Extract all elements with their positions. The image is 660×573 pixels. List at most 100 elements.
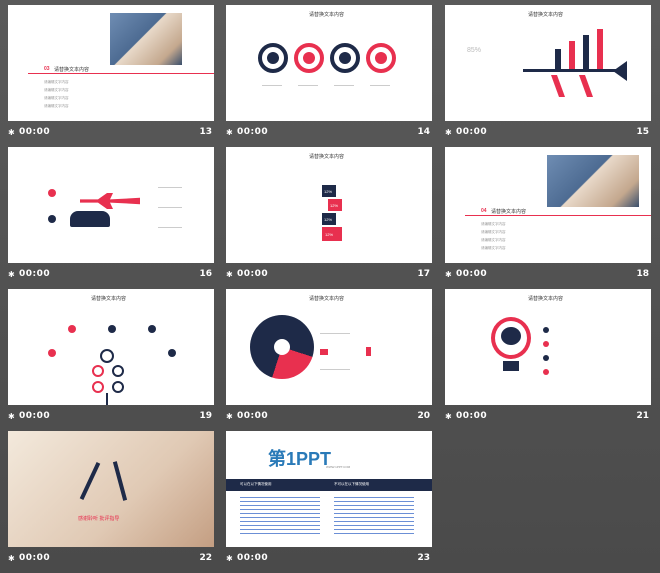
section-title: 请替换文本内容 (491, 209, 527, 215)
star-icon: ✱ (445, 128, 452, 137)
chart-bar (597, 29, 603, 69)
line: 请编辑文字内容 (44, 96, 69, 100)
slide-number: 13 (199, 127, 212, 137)
block-red: 12% (328, 199, 342, 211)
slide-number: 15 (636, 127, 649, 137)
star-icon: ✱ (226, 270, 233, 279)
col1-head: 可以在以下情况使用 (240, 482, 272, 486)
slide-preview: 请替换文本内容 (8, 289, 214, 405)
fish-tail (613, 61, 627, 81)
line: 请编辑文字内容 (481, 230, 506, 234)
section-number: 04 (481, 208, 487, 214)
icon-fill (375, 52, 387, 64)
line: 请编辑文字内容 (481, 246, 506, 250)
slide-time: 00:00 (456, 127, 488, 137)
icon-fill (339, 52, 351, 64)
slide-title: 请替换文本内容 (309, 296, 345, 302)
sun-icon (48, 189, 56, 197)
section-number: 03 (44, 66, 50, 72)
slide-time: 00:00 (237, 411, 269, 421)
section-title: 请替换文本内容 (54, 67, 90, 73)
text-placeholder (158, 227, 182, 228)
slide-time: 00:00 (19, 127, 51, 137)
circle-node (112, 381, 124, 393)
line: 请编辑文字内容 (481, 238, 506, 242)
chart-bar (583, 35, 589, 69)
monitor-icon (320, 349, 328, 355)
slide-title: 请替换文本内容 (309, 12, 345, 18)
circle-node (92, 365, 104, 377)
percent-label: 85% (467, 47, 482, 54)
text-placeholder (262, 85, 282, 86)
bullet-dot (543, 369, 549, 375)
fish-rib (550, 75, 566, 97)
text-placeholder (370, 85, 390, 86)
link-list (240, 497, 320, 537)
slide-number: 19 (199, 411, 212, 421)
photo-hand-writing (110, 13, 182, 65)
compass-leg (79, 462, 101, 500)
line: 请编辑文字内容 (44, 80, 69, 84)
star-icon: ✱ (445, 270, 452, 279)
line: 请编辑文字内容 (44, 88, 69, 92)
line: 请编辑文字内容 (44, 104, 69, 108)
slide-number: 17 (417, 269, 430, 279)
slide-preview: 请替换文本内容 (226, 289, 432, 405)
slide-title: 请替换文本内容 (309, 154, 345, 160)
slide-time: 00:00 (237, 269, 269, 279)
fish-rib (578, 75, 594, 97)
cloud-icon (70, 211, 110, 227)
slide-number: 20 (417, 411, 430, 421)
star-icon: ✱ (8, 128, 15, 137)
phone-icon (366, 347, 371, 356)
text-placeholder (320, 333, 350, 334)
slide-title: 请替换文本内容 (528, 12, 564, 18)
block-navy: 12% (322, 185, 336, 197)
chart-bar (569, 41, 575, 69)
bullet-dot (543, 355, 549, 361)
text-placeholder (158, 207, 182, 208)
slide-time: 00:00 (456, 411, 488, 421)
slide-time: 00:00 (456, 269, 488, 279)
divider-line (28, 73, 214, 74)
circle-node (112, 365, 124, 377)
col2-head: 不可以在以下情况使用 (334, 482, 369, 486)
slide-preview: 第1PPT WWW.1PPT.COM 可以在以下情况使用 不可以在以下情况使用 (226, 431, 432, 547)
image-icon (168, 349, 176, 357)
slide-time: 00:00 (19, 553, 51, 563)
icon-fill (303, 52, 315, 64)
slide-number: 21 (636, 411, 649, 421)
star-icon: ✱ (226, 554, 233, 563)
tree-stem (106, 393, 108, 405)
slide-preview: 04 请替换文本内容 请编辑文字内容 请编辑文字内容 请编辑文字内容 请编辑文字… (445, 147, 651, 263)
icon-fill (267, 52, 279, 64)
line: 请编辑文字内容 (481, 222, 506, 226)
facebook-icon (274, 339, 290, 355)
slide-time: 00:00 (237, 127, 269, 137)
airplane-icon (80, 193, 140, 209)
text-placeholder (158, 187, 182, 188)
airplane-icon (68, 325, 76, 333)
slide-time: 00:00 (19, 269, 51, 279)
truck-icon (108, 325, 116, 333)
star-icon: ✱ (226, 412, 233, 421)
slide-preview: 03 请替换文本内容 请编辑文字内容 请编辑文字内容 请编辑文字内容 请编辑文字… (8, 5, 214, 121)
block-red: 12% (322, 227, 342, 241)
text-placeholder (334, 85, 354, 86)
slide-preview: 请替换文本内容 (445, 289, 651, 405)
bulb-base (503, 361, 519, 371)
slide-title: 请替换文本内容 (528, 296, 564, 302)
divider-line (465, 215, 651, 216)
slide-preview: 感谢聆听 批评指导 (8, 431, 214, 547)
brain-icon (501, 327, 521, 345)
slide-number: 14 (417, 127, 430, 137)
trophy-icon (48, 349, 56, 357)
compass-leg (112, 461, 128, 501)
logo-url: WWW.1PPT.COM (326, 465, 351, 469)
bullet-dot (543, 341, 549, 347)
slide-title: 请替换文本内容 (91, 296, 127, 302)
star-icon: ✱ (445, 412, 452, 421)
photo-hand-writing (547, 155, 639, 207)
leaf-icon (148, 325, 156, 333)
text-placeholder (298, 85, 318, 86)
